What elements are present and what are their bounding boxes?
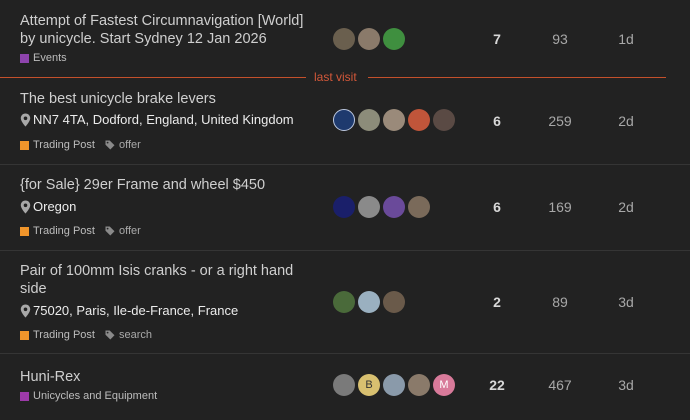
poster-avatars [333, 109, 458, 131]
avatar[interactable] [358, 196, 380, 218]
topic-meta: Trading Post offer [20, 225, 141, 237]
tag-label: search [118, 329, 152, 341]
category-swatch [20, 330, 29, 340]
tag-label: offer [118, 139, 141, 151]
tag-icon [105, 140, 115, 150]
activity-time[interactable]: 2d [601, 113, 651, 129]
views-count: 89 [552, 294, 568, 310]
location: NN7 4TA, Dodford, England, United Kingdo… [20, 112, 294, 127]
topic-title-link[interactable]: Huni-Rex [20, 368, 320, 386]
tag-icon [105, 226, 115, 236]
topic-title-link[interactable]: Pair of 100mm Isis cranks - or a right h… [20, 262, 320, 298]
views-count: 259 [548, 113, 572, 129]
topic-row[interactable]: {for Sale} 29er Frame and wheel $450 Ore… [0, 165, 690, 251]
replies-count: 6 [493, 113, 501, 129]
category-swatch [20, 140, 29, 150]
poster-avatars [333, 291, 408, 313]
avatar[interactable] [383, 374, 405, 396]
avatar[interactable] [383, 28, 405, 50]
avatar[interactable] [383, 196, 405, 218]
poster-avatars: B M [333, 374, 458, 396]
tag-icon [105, 330, 115, 340]
activity-time[interactable]: 1d [601, 31, 651, 47]
category-badge[interactable]: Trading Post [33, 329, 95, 341]
replies-count: 6 [493, 199, 501, 215]
avatar[interactable] [383, 109, 405, 131]
avatar[interactable] [433, 109, 455, 131]
replies-count: 7 [493, 31, 501, 47]
tag[interactable]: offer [105, 139, 141, 151]
topic-title-link[interactable]: {for Sale} 29er Frame and wheel $450 [20, 176, 320, 194]
category-swatch [20, 391, 29, 401]
topic-row[interactable]: Pair of 100mm Isis cranks - or a right h… [0, 251, 690, 354]
views-count: 467 [548, 377, 572, 393]
location-text: NN7 4TA, Dodford, England, United Kingdo… [33, 112, 294, 127]
location-pin-icon [20, 113, 31, 126]
activity-time[interactable]: 2d [601, 199, 651, 215]
topic-meta: Trading Post search [20, 329, 152, 341]
avatar[interactable] [333, 196, 355, 218]
views-count: 93 [552, 31, 568, 47]
topic-row[interactable]: Attempt of Fastest Circumnavigation [Wor… [0, 0, 690, 73]
poster-avatars [333, 196, 433, 218]
location-text: Oregon [33, 199, 77, 214]
tag[interactable]: offer [105, 225, 141, 237]
tag[interactable]: search [105, 329, 152, 341]
category-badge[interactable]: Trading Post [33, 225, 95, 237]
category-swatch [20, 53, 29, 63]
tag-label: offer [118, 225, 141, 237]
topic-meta: Trading Post offer [20, 139, 141, 151]
avatar[interactable] [408, 109, 430, 131]
location: 75020, Paris, Ile-de-France, France [20, 303, 238, 318]
topic-row[interactable]: The best unicycle brake levers NN7 4TA, … [0, 79, 690, 165]
avatar[interactable] [333, 109, 355, 131]
location-pin-icon [20, 200, 31, 213]
topic-title-link[interactable]: Attempt of Fastest Circumnavigation [Wor… [20, 12, 320, 48]
poster-avatars [333, 28, 408, 50]
category-badge[interactable]: Events [33, 52, 67, 64]
avatar[interactable] [358, 291, 380, 313]
avatar[interactable] [383, 291, 405, 313]
topic-row[interactable]: Huni-Rex Unicycles and Equipment B M 22 … [0, 354, 690, 420]
avatar[interactable] [358, 28, 380, 50]
last-visit-divider: last visit [0, 70, 690, 84]
activity-time[interactable]: 3d [601, 377, 651, 393]
avatar[interactable] [358, 109, 380, 131]
avatar[interactable] [408, 196, 430, 218]
views-count: 169 [548, 199, 572, 215]
avatar[interactable]: B [358, 374, 380, 396]
topic-meta: Unicycles and Equipment [20, 390, 157, 402]
category-badge[interactable]: Unicycles and Equipment [33, 390, 157, 402]
activity-time[interactable]: 3d [601, 294, 651, 310]
category-swatch [20, 226, 29, 236]
topic-list: Attempt of Fastest Circumnavigation [Wor… [0, 0, 690, 420]
avatar[interactable] [333, 374, 355, 396]
location-text: 75020, Paris, Ile-de-France, France [33, 303, 239, 318]
replies-count: 2 [493, 294, 501, 310]
avatar[interactable]: M [433, 374, 455, 396]
location-pin-icon [20, 304, 31, 317]
avatar[interactable] [408, 374, 430, 396]
topic-meta: Events [20, 52, 67, 64]
replies-count: 22 [489, 377, 505, 393]
avatar[interactable] [333, 28, 355, 50]
category-badge[interactable]: Trading Post [33, 139, 95, 151]
avatar[interactable] [333, 291, 355, 313]
topic-title-link[interactable]: The best unicycle brake levers [20, 90, 320, 108]
location: Oregon [20, 199, 76, 214]
